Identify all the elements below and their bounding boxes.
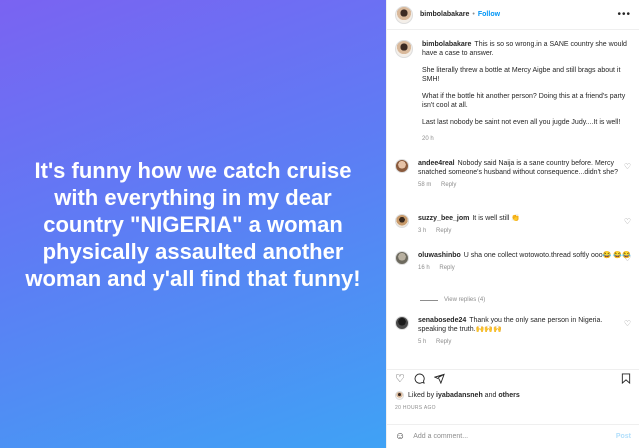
comment-username[interactable]: suzzy_bee_jom: [418, 215, 469, 222]
author-avatar[interactable]: [395, 5, 413, 24]
divider-line: [420, 299, 438, 301]
heart-icon[interactable]: ♡: [624, 319, 631, 328]
likes-and: and: [484, 392, 497, 399]
heart-icon[interactable]: ♡: [624, 254, 631, 263]
post-image-text: It's funny how we catch cruise with ever…: [25, 157, 361, 291]
comment-text: U sha one collect wotowoto.thread softly…: [463, 252, 631, 259]
share-icon[interactable]: [433, 373, 445, 387]
liker-avatar[interactable]: [395, 391, 404, 400]
comment-time: 58 m: [418, 182, 432, 188]
comment-item: senabosede24 Thank you the only sane pers…: [395, 316, 631, 347]
author-username[interactable]: bimbolabakare: [420, 11, 469, 18]
comment-username[interactable]: senabosede24: [418, 317, 466, 324]
heart-icon[interactable]: ♡: [395, 374, 405, 385]
comment-time: 5 h: [418, 339, 427, 345]
post-header: bimbolabakare • Follow •••: [387, 0, 639, 30]
comment-item: suzzy_bee_jom It is well still 👏 3 h Repl…: [395, 214, 631, 236]
heart-icon[interactable]: ♡: [624, 217, 631, 226]
comment-username[interactable]: andee4real: [418, 160, 455, 167]
likes-prefix: Liked by: [408, 392, 435, 399]
caption-username[interactable]: bimbolabakare: [422, 41, 471, 48]
caption-text-4: Last last nobody be saint not even all y…: [422, 119, 621, 126]
action-bar: ♡: [387, 369, 639, 389]
likes-summary: Liked by iyabadansneh and others: [395, 391, 520, 400]
post-sidebar: bimbolabakare • Follow ••• bimbolabakare…: [386, 0, 639, 448]
likes-others-link[interactable]: others: [498, 392, 519, 399]
liker-username[interactable]: iyabadansneh: [436, 392, 483, 399]
post-viewer: It's funny how we catch cruise with ever…: [0, 0, 639, 448]
avatar[interactable]: [395, 159, 409, 173]
avatar[interactable]: [395, 214, 409, 228]
post-button[interactable]: Post: [616, 433, 631, 440]
more-dots-icon[interactable]: •••: [617, 9, 631, 20]
reply-button[interactable]: Reply: [436, 339, 451, 345]
comment-input[interactable]: Add a comment...: [413, 433, 616, 440]
view-replies-label[interactable]: View replies (4): [444, 297, 485, 303]
emoji-icon[interactable]: ☺: [395, 431, 405, 442]
bookmark-icon[interactable]: [621, 372, 631, 387]
caption-avatar[interactable]: [395, 40, 413, 58]
comment-text: It is well still 👏: [472, 215, 520, 222]
comment-time: 16 h: [418, 265, 430, 271]
caption-text-2: She literally threw a bottle at Mercy Ai…: [422, 67, 621, 83]
view-replies-button[interactable]: View replies (4): [420, 297, 485, 303]
reply-button[interactable]: Reply: [439, 265, 454, 271]
comment-time: 3 h: [418, 228, 427, 234]
comment-item: andee4real Nobody said Naija is a sane co…: [395, 159, 631, 190]
avatar[interactable]: [395, 316, 409, 330]
comment-item: oluwashinbo U sha one collect wotowoto.th…: [395, 251, 631, 273]
separator-dot: •: [472, 11, 475, 18]
comments-list[interactable]: bimbolabakare This is so so wrong.in a SA…: [387, 31, 639, 368]
caption-text-3: What if the bottle hit another person? D…: [422, 93, 626, 109]
post-timestamp: 20 HOURS AGO: [395, 405, 436, 411]
follow-button[interactable]: Follow: [478, 11, 500, 18]
comment-icon[interactable]: [414, 373, 425, 387]
reply-button[interactable]: Reply: [436, 228, 451, 234]
reply-button[interactable]: Reply: [441, 182, 456, 188]
caption-time: 20 h: [422, 136, 434, 142]
post-image: It's funny how we catch cruise with ever…: [0, 0, 386, 448]
avatar[interactable]: [395, 251, 409, 265]
comment-username[interactable]: oluwashinbo: [418, 252, 461, 259]
add-comment-bar: ☺ Add a comment... Post: [387, 424, 639, 448]
caption: bimbolabakare This is so so wrong.in a SA…: [395, 40, 631, 144]
heart-icon[interactable]: ♡: [624, 162, 631, 171]
